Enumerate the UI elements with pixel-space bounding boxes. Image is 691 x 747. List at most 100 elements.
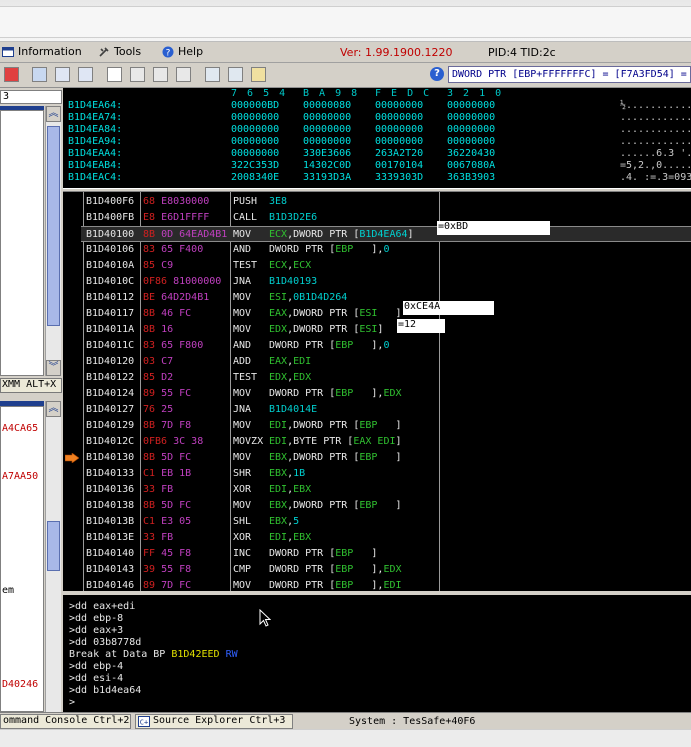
disasm-gutter[interactable] bbox=[63, 192, 81, 591]
disasm-address: B1D40136 bbox=[86, 484, 135, 495]
query-icon[interactable]: ? bbox=[430, 67, 444, 81]
expression-field[interactable]: DWORD PTR [EBP+FFFFFFFC] = [F7A3FD54] = bbox=[448, 66, 691, 83]
disasm-address: B1D4013E bbox=[86, 532, 135, 543]
disasm-bytes: 8B 16 bbox=[143, 324, 174, 335]
disasm-address: B1D40117 bbox=[86, 308, 135, 319]
disassembly-pane[interactable]: B1D400F6 68 E8030000 PUSH 3E8 B1D400FB E8 E6D… bbox=[63, 192, 691, 591]
disasm-row[interactable]: B1D4010A 85 C9 TEST ECX,ECX bbox=[81, 258, 691, 274]
breakpoint-button[interactable] bbox=[4, 67, 19, 82]
left-list-lower[interactable]: A4CA65 A7AA50 em D40246 bbox=[0, 406, 44, 712]
xmm-tab[interactable]: XMM ALT+X bbox=[0, 378, 62, 393]
back-button[interactable] bbox=[153, 67, 168, 82]
disasm-row[interactable]: B1D4013B C1 E3 05 SHL EBX,5 bbox=[81, 514, 691, 530]
disasm-row[interactable]: B1D40106 83 65 F400 AND DWORD PTR [EBP-0C],… bbox=[81, 242, 691, 258]
mem-row: B1D4EA64: 000000BD 00000080 00000000 0000000… bbox=[68, 100, 691, 112]
disasm-row[interactable]: B1D40129 8B 7D F8 MOV EDI,DWORD PTR [EBP-08… bbox=[81, 418, 691, 434]
disasm-operands: B1D4014E bbox=[269, 404, 318, 415]
disasm-row[interactable]: B1D40130 8B 5D FC MOV EBX,DWORD PTR [EBP-04… bbox=[81, 450, 691, 466]
disasm-row[interactable]: B1D4010C 0F86 81000000 JNA B1D40193 bbox=[81, 274, 691, 290]
scroll-down-icon[interactable]: ︾ bbox=[46, 360, 61, 376]
left-scrollbar-lower[interactable]: ︽ bbox=[45, 401, 61, 712]
disasm-row[interactable]: B1D40127 76 25 JNA B1D4014E bbox=[81, 402, 691, 418]
tab-source-explorer[interactable]: C+ Source Explorer Ctrl+3 bbox=[135, 714, 293, 729]
disasm-bytes: 0FB6 3C 38 bbox=[143, 436, 204, 447]
disasm-row[interactable]: B1D40146 89 7D FC MOV DWORD PTR [EBP-04],ED… bbox=[81, 578, 691, 591]
disasm-operands: EAX,EDI bbox=[269, 356, 312, 367]
disasm-row[interactable]: B1D40133 C1 EB 1B SHR EBX,1B bbox=[81, 466, 691, 482]
mem-row: B1D4EAC4: 2008340E 33193D3A 3339303D 363B390… bbox=[68, 172, 691, 184]
mem-address: B1D4EA64: bbox=[68, 100, 123, 111]
calculator-button[interactable] bbox=[228, 67, 243, 82]
disasm-row[interactable]: B1D40100 8B 0D 64EAD4B1 MOV ECX,DWORD PTR [… bbox=[81, 226, 691, 242]
scroll-up-icon[interactable]: ︽ bbox=[46, 401, 61, 417]
svg-text:?: ? bbox=[166, 48, 171, 58]
console-line: >dd eax+3 bbox=[69, 625, 124, 636]
disasm-operands: EDX,DWORD PTR [ESI] bbox=[269, 324, 384, 335]
watch-button[interactable] bbox=[205, 67, 220, 82]
mem-ascii: ......6.3 '.& bbox=[620, 148, 691, 159]
step-button[interactable] bbox=[32, 67, 47, 82]
disasm-address: B1D40146 bbox=[86, 580, 135, 591]
disasm-operands: ECX,ECX bbox=[269, 260, 312, 271]
disasm-row[interactable]: B1D40117 8B 46 FC MOV EAX,DWORD PTR [ESI-04… bbox=[81, 306, 691, 322]
tab-source-explorer-label: Source Explorer Ctrl+3 bbox=[153, 715, 286, 726]
disasm-address: B1D4013B bbox=[86, 516, 135, 527]
command-console[interactable]: >dd eax+edi >dd ebp-8 >dd eax+3 >dd 03b8… bbox=[63, 595, 691, 712]
disasm-mnemonic: XOR bbox=[233, 484, 252, 495]
registers-button[interactable] bbox=[55, 67, 70, 82]
settings-button[interactable] bbox=[251, 67, 266, 82]
memory-dump-pane[interactable]: 7 6 5 4 B A 9 8 F E D C 3 2 1 0 B1D4EA64… bbox=[63, 88, 691, 188]
disasm-row[interactable]: B1D40138 8B 5D FC MOV EBX,DWORD PTR [EBP-04… bbox=[81, 498, 691, 514]
tab-command-console[interactable]: ommand Console Ctrl+2 bbox=[0, 714, 131, 729]
mem-row: B1D4EAB4: 322C353D 14302C0D 00170104 0067080… bbox=[68, 160, 691, 172]
list-item: A7AA50 bbox=[2, 471, 39, 482]
disasm-row[interactable]: B1D40124 89 55 FC MOV DWORD PTR [EBP-04],ED… bbox=[81, 386, 691, 402]
disasm-address: B1D40112 bbox=[86, 292, 135, 303]
console-line: >dd ebp-4 bbox=[69, 661, 124, 672]
window-icon bbox=[2, 46, 14, 57]
disasm-row[interactable]: B1D4013E 33 FB XOR EDI,EBX bbox=[81, 530, 691, 546]
console-line: >dd b1d4ea64 bbox=[69, 685, 142, 696]
break-prefix: Break at Data BP bbox=[69, 649, 166, 660]
mem-row: B1D4EA84: 00000000 00000000 00000000 0000000… bbox=[68, 124, 691, 136]
disasm-address: B1D40122 bbox=[86, 372, 135, 383]
menu-tools[interactable]: Tools bbox=[98, 45, 141, 58]
disasm-operands: DWORD PTR [EBP-0C],0 bbox=[269, 244, 390, 255]
disasm-operands: EAX,DWORD PTR [ESI-04] bbox=[269, 308, 402, 319]
mem-value: 263A2T20 bbox=[375, 148, 424, 159]
disasm-operands: EBX,1B bbox=[269, 468, 306, 479]
disasm-row[interactable]: B1D4011C 83 65 F800 AND DWORD PTR [EBP-08],… bbox=[81, 338, 691, 354]
left-list-upper[interactable] bbox=[0, 110, 44, 376]
scroll-up-icon[interactable]: ︽ bbox=[46, 106, 61, 122]
menu-help[interactable]: ? Help bbox=[162, 45, 203, 58]
delete-button[interactable] bbox=[176, 67, 191, 82]
left-scrollbar-upper[interactable]: ︽ ︾ bbox=[45, 106, 61, 376]
disasm-row[interactable]: B1D40136 33 FB XOR EDI,EBX bbox=[81, 482, 691, 498]
disasm-address: B1D4010A bbox=[86, 260, 135, 271]
disasm-row[interactable]: B1D400F6 68 E8030000 PUSH 3E8 bbox=[81, 194, 691, 210]
scroll-thumb[interactable] bbox=[47, 126, 60, 326]
menu-information[interactable]: Information bbox=[2, 45, 82, 58]
console-prompt[interactable]: > bbox=[69, 697, 75, 708]
disasm-mnemonic: MOV bbox=[233, 500, 252, 511]
mem-value: 00000000 bbox=[375, 112, 424, 123]
disasm-row[interactable]: B1D40140 FF 45 F8 INC DWORD PTR [EBP-08] bbox=[81, 546, 691, 562]
disasm-mnemonic: SHR bbox=[233, 468, 252, 479]
disasm-mnemonic: TEST bbox=[233, 260, 258, 271]
disasm-bytes: 76 25 bbox=[143, 404, 174, 415]
disasm-row[interactable]: B1D40112 BE 64D2D4B1 MOV ESI,0B1D4D264 bbox=[81, 290, 691, 306]
disasm-row[interactable]: B1D4011A 8B 16 MOV EDX,DWORD PTR [ESI] bbox=[81, 322, 691, 338]
disasm-row[interactable]: B1D40143 39 55 F8 CMP DWORD PTR [EBP-08],ED… bbox=[81, 562, 691, 578]
new-button[interactable] bbox=[107, 67, 122, 82]
mem-ascii: ................ bbox=[620, 136, 691, 147]
disasm-mnemonic: PUSH bbox=[233, 196, 258, 207]
scroll-thumb[interactable] bbox=[47, 521, 60, 571]
disasm-row[interactable]: B1D4012C 0FB6 3C 38 MOVZX EDI,BYTE PTR [EAX… bbox=[81, 434, 691, 450]
memory-button[interactable] bbox=[78, 67, 93, 82]
disasm-row[interactable]: B1D40122 85 D2 TEST EDX,EDX bbox=[81, 370, 691, 386]
disasm-row[interactable]: B1D400FB E8 E6D1FFFF CALL B1D3D2E6 bbox=[81, 210, 691, 226]
mem-value: 14302C0D bbox=[303, 160, 352, 171]
copy-button[interactable] bbox=[130, 67, 145, 82]
disasm-mnemonic: CALL bbox=[233, 212, 258, 223]
disasm-row[interactable]: B1D40120 03 C7 ADD EAX,EDI bbox=[81, 354, 691, 370]
